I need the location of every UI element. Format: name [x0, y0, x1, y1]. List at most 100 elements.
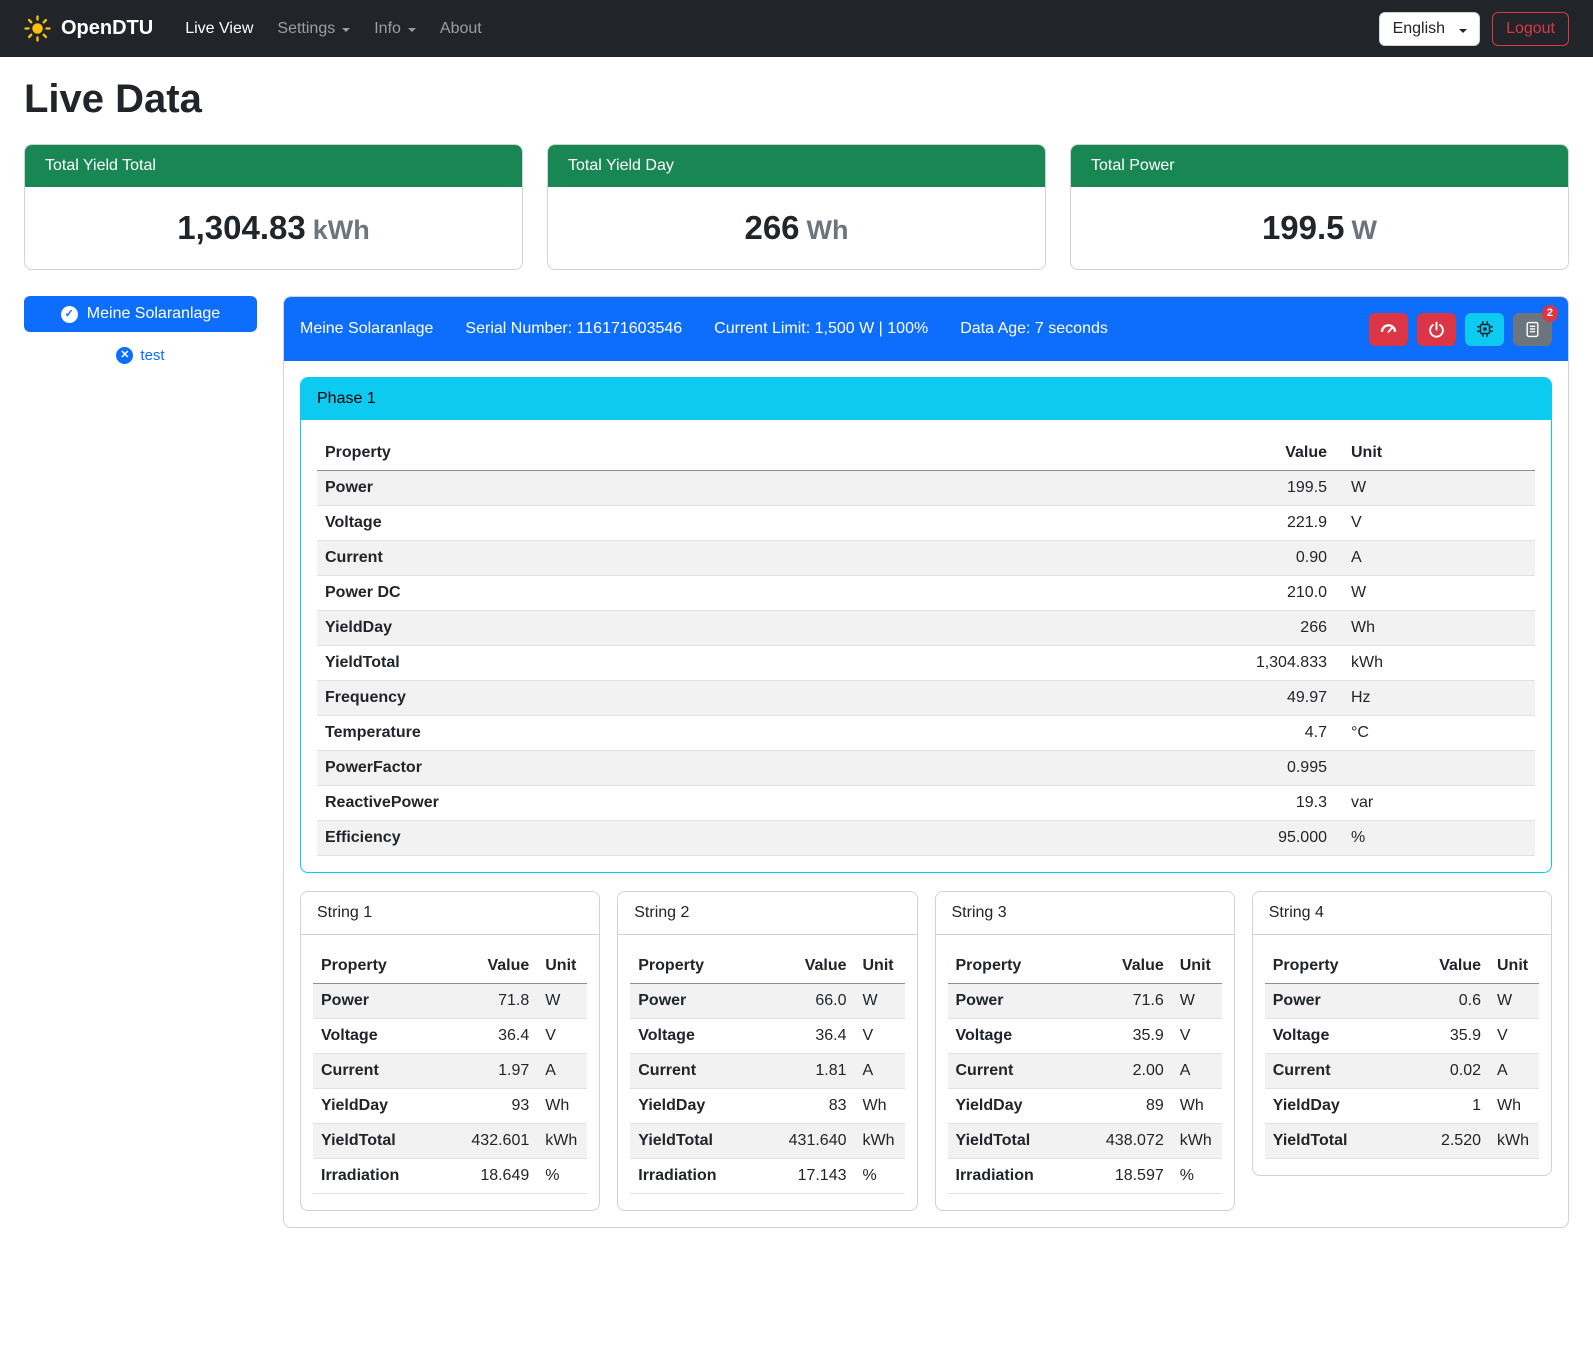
property-cell: Efficiency [317, 821, 926, 856]
string-4-body: Property Value Unit Power0.6WVoltage35.9… [1253, 935, 1551, 1175]
value-cell: 49.97 [926, 681, 1335, 716]
phase-1-title: Phase 1 [301, 378, 1551, 420]
column-header-property: Property [313, 949, 439, 984]
value-cell: 0.6 [1402, 984, 1489, 1019]
unit-cell: W [1335, 576, 1535, 611]
language-select[interactable]: English [1379, 12, 1480, 46]
card-value-row: 266Wh [548, 187, 1045, 269]
nav-about[interactable]: About [428, 12, 494, 46]
event-log-button[interactable]: 2 [1513, 313, 1552, 346]
column-header-property: Property [317, 436, 926, 471]
table-row: Power71.8W [313, 984, 587, 1019]
property-cell: Irradiation [630, 1159, 756, 1194]
limit-settings-button[interactable] [1369, 313, 1408, 346]
value-cell: 35.9 [1073, 1019, 1172, 1054]
column-header-value: Value [1402, 949, 1489, 984]
value-cell: 266 [926, 611, 1335, 646]
total-power-card: Total Power 199.5W [1070, 144, 1569, 270]
nav-settings[interactable]: Settings [265, 12, 362, 46]
brand[interactable]: OpenDTU [24, 15, 153, 42]
value-cell: 199.5 [926, 471, 1335, 506]
inverter-select-button[interactable]: ✓ Meine Solaranlage [24, 296, 257, 332]
table-row: Voltage35.9V [948, 1019, 1222, 1054]
table-row: Irradiation18.649% [313, 1159, 587, 1194]
column-header-unit: Unit [1335, 436, 1535, 471]
value-cell: 438.072 [1073, 1124, 1172, 1159]
string-2-table: Property Value Unit Power66.0WVoltage36.… [630, 949, 904, 1194]
property-cell: Frequency [317, 681, 926, 716]
unit-cell: V [1335, 506, 1535, 541]
string-3-card: String 3 Property Value Unit [935, 891, 1235, 1211]
unit-cell: V [1489, 1019, 1539, 1054]
property-cell: Current [1265, 1054, 1402, 1089]
device-info-button[interactable] [1465, 313, 1504, 346]
total-power-value: 199.5 [1262, 209, 1345, 246]
unit-cell: A [1489, 1054, 1539, 1089]
inverter-sidebar: ✓ Meine Solaranlage ✕ test [24, 296, 257, 364]
table-row: ReactivePower19.3var [317, 786, 1535, 821]
value-cell: 210.0 [926, 576, 1335, 611]
inverter-name: Meine Solaranlage [300, 320, 433, 338]
property-cell: Power [1265, 984, 1402, 1019]
value-cell: 83 [756, 1089, 855, 1124]
inverter-current-limit: Current Limit: 1,500 W | 100% [714, 320, 928, 338]
header-row: Property Value Unit [1265, 949, 1539, 984]
nav-info-label: Info [374, 20, 401, 38]
unit-cell: A [1172, 1054, 1222, 1089]
column-header-property: Property [948, 949, 1074, 984]
nav-about-label: About [440, 20, 482, 38]
x-circle-icon: ✕ [116, 347, 133, 364]
unit-cell: V [1172, 1019, 1222, 1054]
column-header-unit: Unit [537, 949, 587, 984]
unit-cell: W [855, 984, 905, 1019]
value-cell: 71.8 [439, 984, 538, 1019]
unit-cell: kWh [537, 1124, 587, 1159]
unit-cell: A [537, 1054, 587, 1089]
top-navbar: OpenDTU Live View Settings Info About En… [0, 0, 1593, 57]
value-cell: 1.81 [756, 1054, 855, 1089]
unit-cell: % [855, 1159, 905, 1194]
property-cell: Power [317, 471, 926, 506]
power-icon [1428, 321, 1445, 338]
string-3-table: Property Value Unit Power71.6WVoltage35.… [948, 949, 1222, 1194]
table-row: Power199.5W [317, 471, 1535, 506]
logout-button[interactable]: Logout [1492, 12, 1569, 46]
inverter-item-test[interactable]: ✕ test [24, 347, 257, 364]
power-control-button[interactable] [1417, 313, 1456, 346]
value-cell: 66.0 [756, 984, 855, 1019]
inverter-meta: Meine Solaranlage Serial Number: 1161716… [300, 320, 1108, 338]
total-yield-day-card: Total Yield Day 266Wh [547, 144, 1046, 270]
unit-cell: Wh [855, 1089, 905, 1124]
property-cell: Power [313, 984, 439, 1019]
card-value-row: 1,304.83kWh [25, 187, 522, 269]
column-header-property: Property [1265, 949, 1402, 984]
table-row: YieldDay266Wh [317, 611, 1535, 646]
string-3-title: String 3 [936, 892, 1234, 935]
table-row: Power66.0W [630, 984, 904, 1019]
nav-info[interactable]: Info [362, 12, 428, 46]
value-cell: 221.9 [926, 506, 1335, 541]
table-row: YieldTotal438.072kWh [948, 1124, 1222, 1159]
unit-cell: Hz [1335, 681, 1535, 716]
table-row: Voltage36.4V [313, 1019, 587, 1054]
table-row: Efficiency95.000% [317, 821, 1535, 856]
property-cell: Voltage [948, 1019, 1074, 1054]
table-row: PowerFactor0.995 [317, 751, 1535, 786]
cpu-icon [1476, 320, 1494, 338]
unit-cell: kWh [855, 1124, 905, 1159]
card-title: Total Yield Total [25, 145, 522, 187]
card-title: Total Yield Day [548, 145, 1045, 187]
table-row: Current2.00A [948, 1054, 1222, 1089]
nav-live-view[interactable]: Live View [173, 12, 265, 46]
card-title: Total Power [1071, 145, 1568, 187]
table-row: Voltage221.9V [317, 506, 1535, 541]
table-row: YieldTotal431.640kWh [630, 1124, 904, 1159]
column-header-value: Value [439, 949, 538, 984]
property-cell: Voltage [630, 1019, 756, 1054]
value-cell: 2.520 [1402, 1124, 1489, 1159]
string-3-body: Property Value Unit Power71.6WVoltage35.… [936, 935, 1234, 1210]
unit-cell: Wh [1172, 1089, 1222, 1124]
unit-cell: var [1335, 786, 1535, 821]
table-head: Property Value Unit [317, 436, 1535, 471]
column-header-value: Value [756, 949, 855, 984]
